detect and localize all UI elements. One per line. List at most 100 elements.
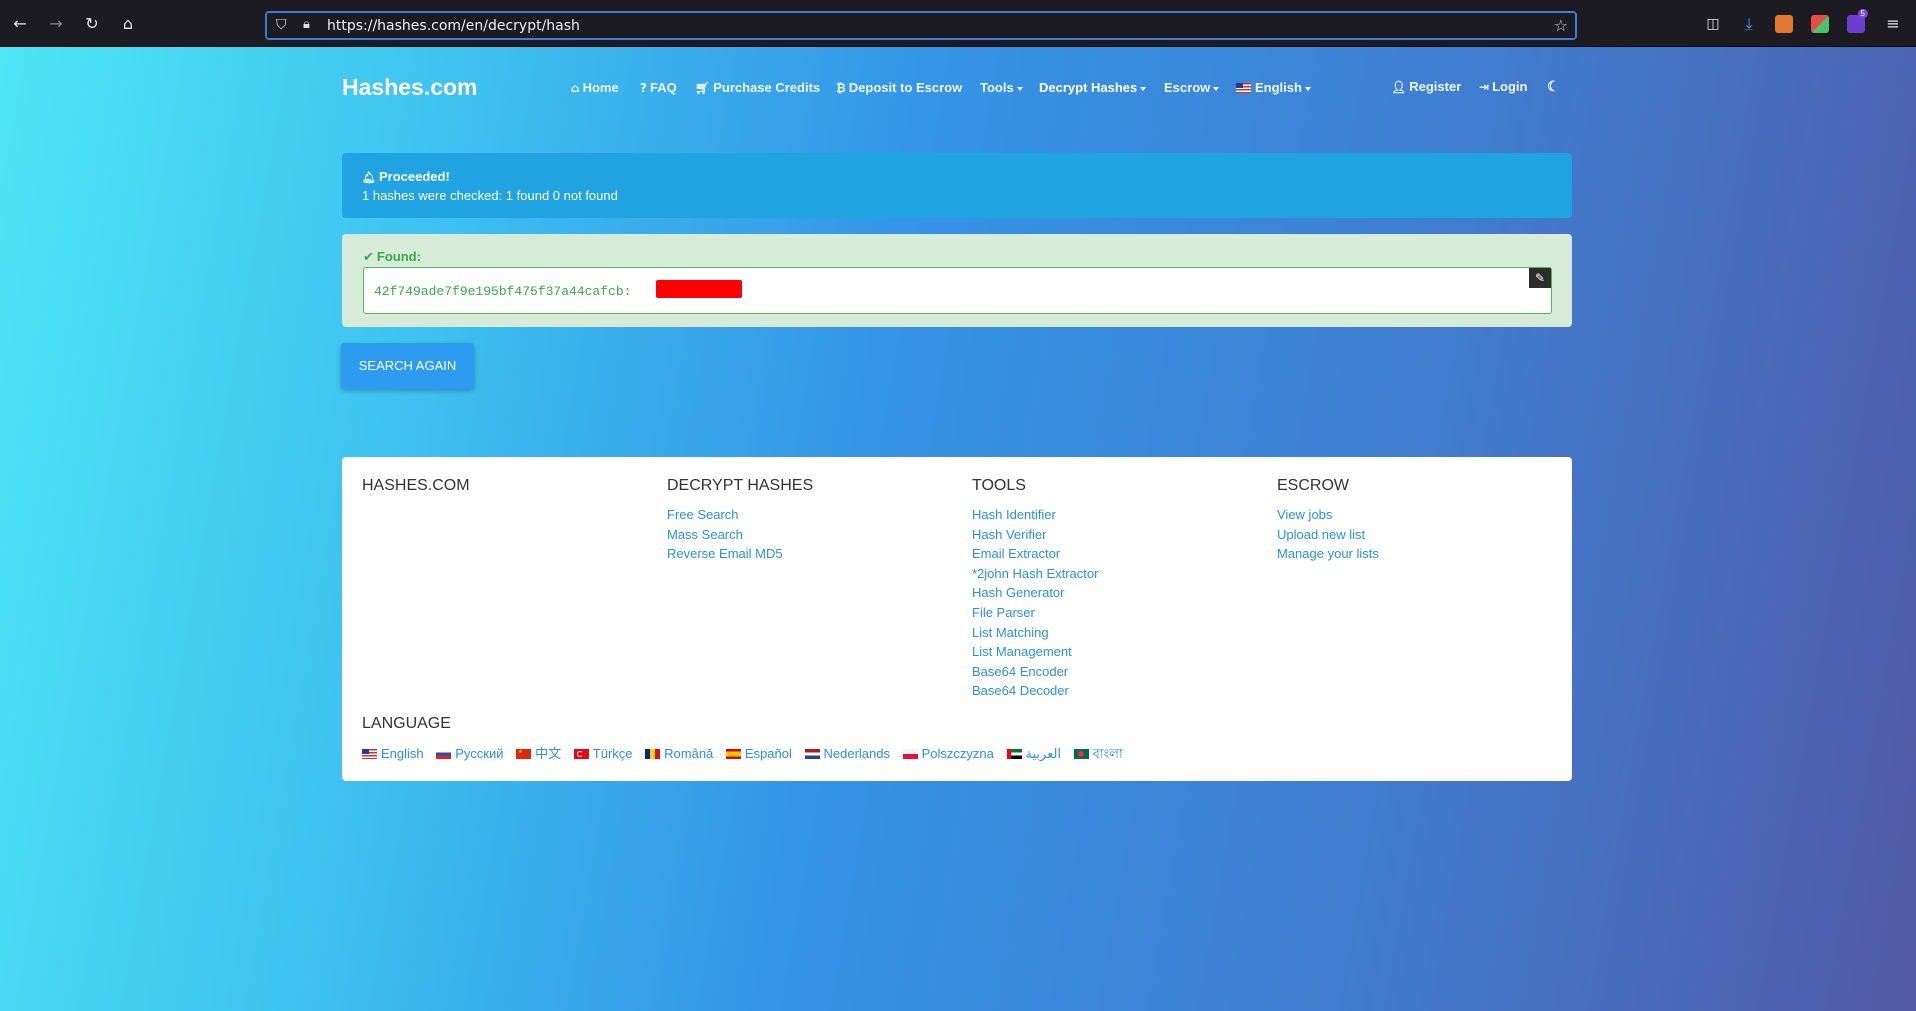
extension-multi-icon[interactable]: [1811, 15, 1829, 33]
lock-icon[interactable]: 🔒︎: [303, 17, 321, 35]
language-label: Română: [664, 746, 714, 761]
nav-tools-dropdown[interactable]: Tools: [980, 80, 1023, 95]
nav-purchase-credits[interactable]: 🛒︎ Purchase Credits: [695, 80, 820, 95]
nav-escrow-dropdown[interactable]: Escrow: [1164, 80, 1220, 95]
footer-link-base64-decoder[interactable]: Base64 Decoder: [972, 681, 1098, 701]
nav-register[interactable]: 👤︎ Register: [1391, 79, 1461, 94]
reload-icon[interactable]: ↻: [82, 14, 102, 34]
home-icon: ⌂: [571, 81, 580, 95]
language-list: English Русский ★ 中文 Türkçe Română Españo…: [362, 743, 1132, 766]
home-icon[interactable]: ⌂: [118, 14, 138, 34]
language-arabic[interactable]: العربية: [1006, 746, 1062, 762]
footer-link-mass-search[interactable]: Mass Search: [667, 525, 783, 545]
language-english[interactable]: English: [362, 746, 424, 761]
nav-decrypt-dropdown[interactable]: Decrypt Hashes: [1039, 80, 1147, 95]
back-icon[interactable]: ←: [10, 14, 30, 34]
footer-link-email-extractor[interactable]: Email Extractor: [972, 544, 1098, 564]
uae-flag-icon: [1006, 749, 1022, 759]
nav-tools-label: Tools: [980, 80, 1014, 95]
russia-flag-icon: [436, 749, 452, 759]
footer-tools-links: Hash Identifier Hash Verifier Email Extr…: [972, 505, 1098, 701]
nav-home[interactable]: ⌂ Home: [571, 80, 619, 95]
footer-link-free-search[interactable]: Free Search: [667, 505, 783, 525]
footer-language-heading: LANGUAGE: [362, 715, 451, 732]
footer-escrow-heading: ESCROW: [1277, 477, 1349, 494]
nav-deposit-label: Deposit to Escrow: [848, 80, 963, 95]
footer-link-base64-encoder[interactable]: Base64 Encoder: [972, 662, 1098, 682]
nav-language-label: English: [1255, 80, 1302, 95]
bookmark-star-icon[interactable]: ☆: [1554, 16, 1568, 35]
language-bengali[interactable]: বাংলা: [1073, 745, 1123, 766]
language-label: Español: [744, 746, 792, 761]
footer-link-2john[interactable]: *2john Hash Extractor: [972, 564, 1098, 584]
shield-icon[interactable]: ⛉: [276, 17, 294, 35]
download-icon[interactable]: ⤓: [1739, 14, 1759, 34]
footer-link-hash-generator[interactable]: Hash Generator: [972, 583, 1098, 603]
redacted-plaintext: [656, 280, 742, 298]
nav-decrypt-label: Decrypt Hashes: [1039, 80, 1138, 95]
alert-message: 1 hashes were checked: 1 found 0 not fou…: [362, 188, 618, 203]
dark-mode-moon-icon[interactable]: ☾: [1547, 78, 1560, 95]
language-label: Русский: [455, 746, 504, 761]
language-label: العربية: [1025, 746, 1062, 761]
language-label: বাংলা: [1092, 746, 1123, 761]
turkey-flag-icon: [573, 749, 589, 759]
check-icon: ✔: [363, 250, 374, 265]
footer-link-list-management[interactable]: List Management: [972, 642, 1098, 662]
menu-icon[interactable]: ≡: [1883, 14, 1903, 34]
caret-down-icon: [1016, 86, 1023, 91]
url-text[interactable]: https://hashes.com/en/decrypt/hash: [327, 18, 580, 34]
language-label: Nederlands: [823, 746, 891, 761]
found-label: ✔ Found:: [363, 249, 421, 265]
nav-login-label: Login: [1492, 79, 1528, 94]
language-turkish[interactable]: Türkçe: [573, 746, 633, 761]
brand-logo[interactable]: Hashes.com: [342, 74, 478, 101]
bell-icon: 🔔︎: [362, 171, 376, 184]
language-russian[interactable]: Русский: [436, 746, 504, 761]
language-romanian[interactable]: Română: [645, 746, 713, 761]
nav-faq[interactable]: ? FAQ: [640, 80, 677, 95]
nav-home-label: Home: [582, 80, 619, 95]
footer-link-view-jobs[interactable]: View jobs: [1277, 505, 1379, 525]
footer-link-upload-list[interactable]: Upload new list: [1277, 525, 1379, 545]
footer-link-reverse-email[interactable]: Reverse Email MD5: [667, 544, 783, 564]
language-label: Polszczyzna: [921, 746, 994, 761]
forward-icon[interactable]: →: [46, 14, 66, 34]
language-label: Türkçe: [592, 746, 633, 761]
bitcoin-icon: ₿: [836, 81, 846, 95]
nav-login[interactable]: ⇥ Login: [1479, 79, 1527, 94]
nav-deposit-escrow[interactable]: ₿ Deposit to Escrow: [836, 80, 962, 95]
alert-title-text: Proceeded!: [378, 169, 450, 184]
footer-escrow-links: View jobs Upload new list Manage your li…: [1277, 505, 1379, 564]
language-spanish[interactable]: Español: [725, 746, 792, 761]
caret-down-icon: [1213, 86, 1220, 91]
language-label: 中文: [535, 746, 562, 761]
footer-link-hash-identifier[interactable]: Hash Identifier: [972, 505, 1098, 525]
footer-link-manage-lists[interactable]: Manage your lists: [1277, 544, 1379, 564]
language-label: English: [381, 746, 424, 761]
found-result-field[interactable]: 42f749ade7f9e195bf475f37a44cafcb: ✎: [363, 267, 1552, 314]
language-chinese[interactable]: ★ 中文: [516, 743, 561, 762]
footer-link-file-parser[interactable]: File Parser: [972, 603, 1098, 623]
found-label-text: Found:: [376, 249, 421, 264]
language-polish[interactable]: Polszczyzna: [902, 746, 994, 761]
search-again-button[interactable]: SEARCH AGAIN: [341, 343, 474, 389]
nav-faq-label: FAQ: [649, 80, 677, 95]
footer-link-hash-verifier[interactable]: Hash Verifier: [972, 525, 1098, 545]
language-dutch[interactable]: Nederlands: [804, 746, 891, 761]
address-bar[interactable]: ⛉ 🔒︎ https://hashes.com/en/decrypt/hash …: [265, 11, 1577, 40]
nav-escrow-label: Escrow: [1164, 80, 1211, 95]
bangladesh-flag-icon: [1073, 749, 1089, 759]
caret-down-icon: [1304, 86, 1311, 91]
user-plus-icon: 👤︎: [1391, 80, 1407, 94]
nav-language-dropdown[interactable]: English: [1236, 80, 1311, 95]
extension-badge-icon[interactable]: 5: [1847, 9, 1868, 33]
found-hash[interactable]: 42f749ade7f9e195bf475f37a44cafcb:: [374, 284, 631, 299]
info-alert: 🔔︎ Proceeded! 1 hashes were checked: 1 fo…: [342, 153, 1572, 218]
pocket-icon[interactable]: ◫: [1703, 14, 1723, 34]
extension-fox-icon[interactable]: [1775, 15, 1793, 33]
found-result-box: ✔ Found: 42f749ade7f9e195bf475f37a44cafcb…: [342, 234, 1572, 327]
copy-icon[interactable]: ✎: [1529, 268, 1551, 288]
footer-link-list-matching[interactable]: List Matching: [972, 623, 1098, 643]
question-icon: ?: [640, 81, 647, 95]
